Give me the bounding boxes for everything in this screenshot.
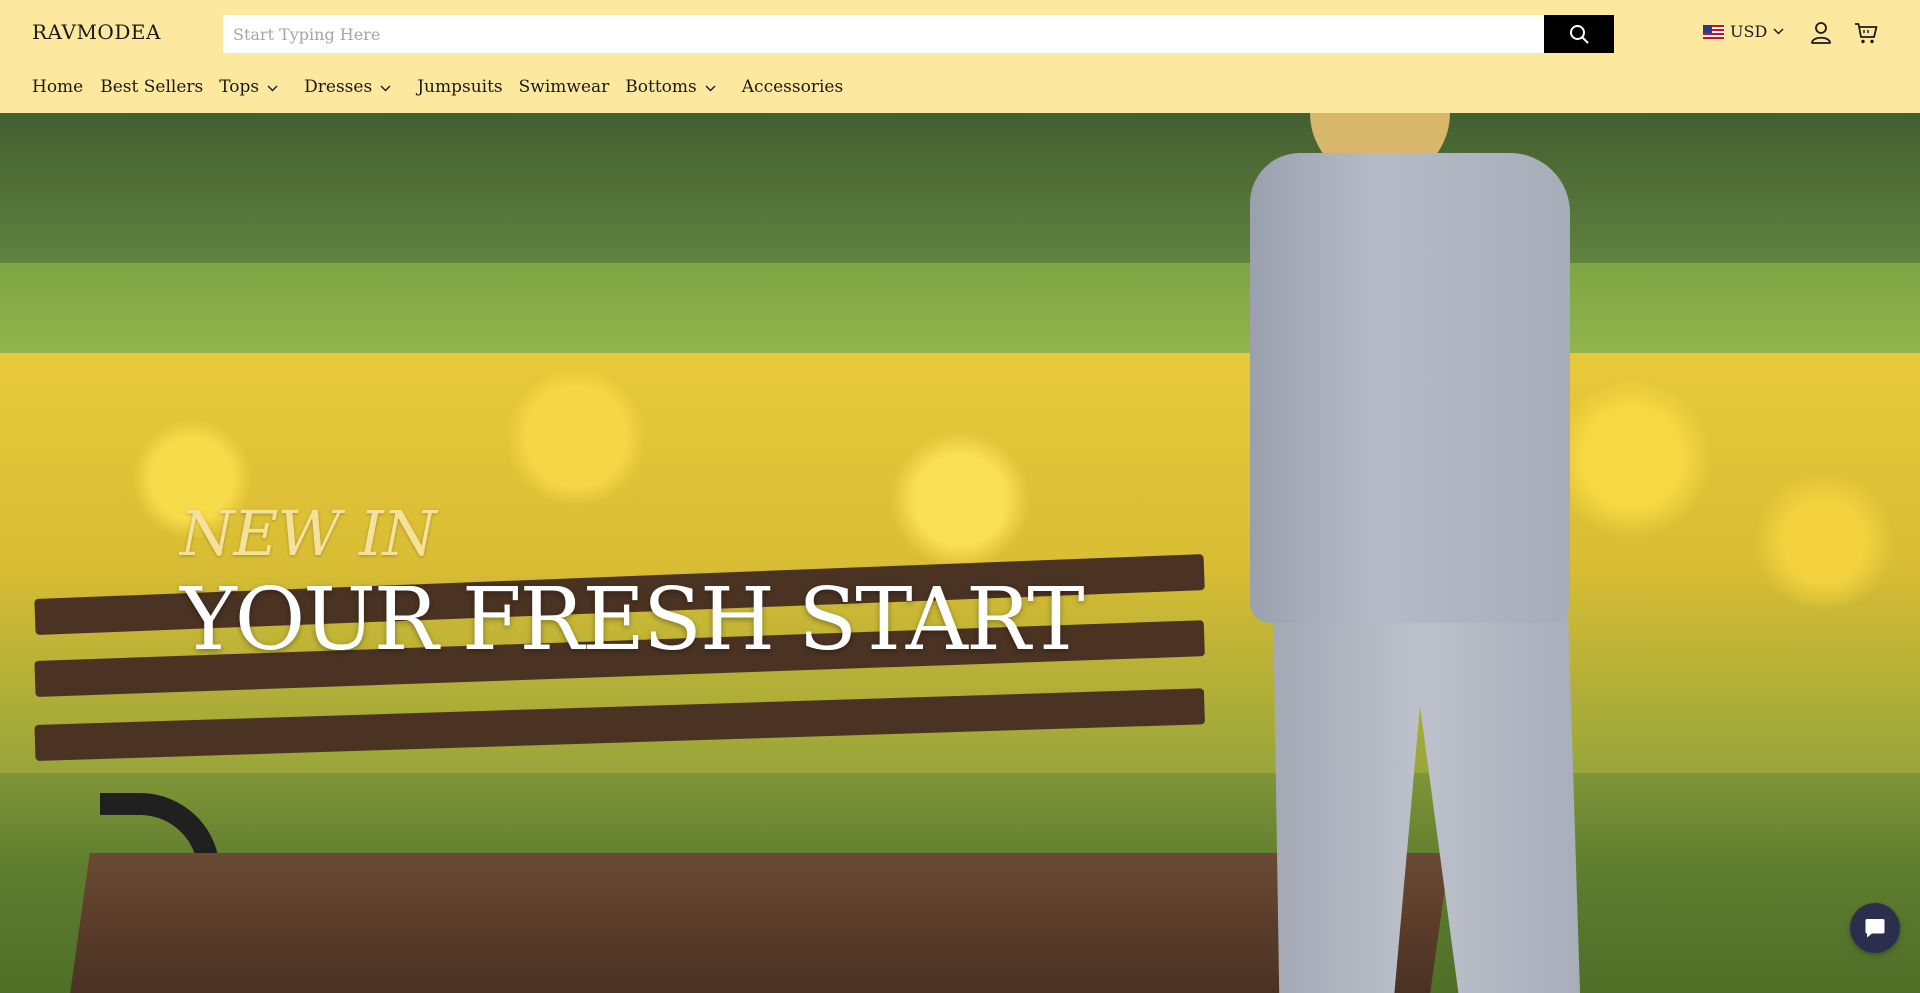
currency-selector[interactable]: USD	[1703, 22, 1784, 41]
chevron-down-icon	[380, 85, 391, 91]
nav-label: Swimwear	[518, 77, 610, 97]
chat-button[interactable]	[1850, 903, 1900, 953]
search-input[interactable]	[223, 15, 1544, 53]
nav-item-jumpsuits[interactable]: Jumpsuits	[417, 77, 502, 97]
hero-kicker: NEW IN	[180, 497, 437, 570]
hero-title: YOUR FRESH START	[180, 570, 1085, 670]
site-header: RAVMODEA USD Home Best Sellers	[0, 0, 1920, 113]
hero-model	[1230, 113, 1630, 993]
nav-item-best-sellers[interactable]: Best Sellers	[100, 77, 203, 97]
nav-item-home[interactable]: Home	[32, 77, 83, 97]
nav-label: Accessories	[741, 77, 844, 97]
hero-text: NEW IN YOUR FRESH START	[180, 497, 1085, 670]
main-nav: Home Best Sellers Tops Dresses Jumpsuits…	[32, 77, 843, 97]
nav-item-accessories[interactable]: Accessories	[742, 77, 843, 97]
nav-label: Best Sellers	[100, 77, 204, 97]
search-icon	[1570, 25, 1589, 44]
chevron-down-icon	[1773, 28, 1784, 35]
nav-label: Bottoms	[625, 77, 697, 97]
nav-label: Tops	[219, 77, 260, 97]
nav-label: Jumpsuits	[417, 77, 503, 97]
site-logo[interactable]: RAVMODEA	[32, 20, 161, 44]
chevron-down-icon	[705, 85, 716, 91]
nav-item-swimwear[interactable]: Swimwear	[519, 77, 610, 97]
nav-item-tops[interactable]: Tops	[219, 77, 278, 97]
search-bar	[223, 15, 1614, 53]
hero-banner[interactable]: NEW IN YOUR FRESH START	[0, 113, 1920, 993]
chevron-down-icon	[267, 85, 278, 91]
nav-item-dresses[interactable]: Dresses	[304, 77, 391, 97]
nav-label: Home	[32, 77, 84, 97]
user-icon[interactable]	[1810, 21, 1832, 45]
search-button[interactable]	[1544, 15, 1614, 53]
model-shirt	[1250, 153, 1570, 623]
nav-label: Dresses	[304, 77, 373, 97]
chat-icon	[1865, 919, 1885, 938]
model-pants	[1272, 583, 1580, 993]
us-flag-icon	[1703, 24, 1724, 39]
currency-label: USD	[1730, 22, 1768, 41]
cart-icon[interactable]	[1854, 21, 1878, 45]
nav-item-bottoms[interactable]: Bottoms	[625, 77, 716, 97]
